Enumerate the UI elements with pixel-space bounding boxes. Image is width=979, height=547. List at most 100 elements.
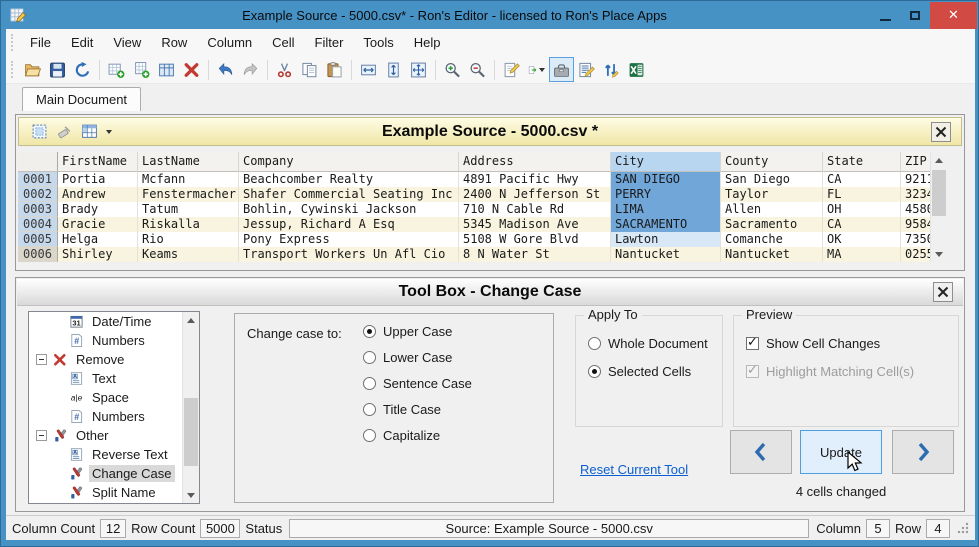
grid-cell[interactable]: Beachcomber Realty bbox=[239, 172, 459, 187]
document-close-button[interactable] bbox=[931, 122, 951, 142]
column-header-firstname[interactable]: FirstName bbox=[58, 152, 138, 172]
grid-cell[interactable]: Portia bbox=[58, 172, 138, 187]
scroll-up-button[interactable] bbox=[183, 312, 199, 328]
menu-row[interactable]: Row bbox=[151, 31, 197, 54]
export-button[interactable] bbox=[524, 57, 549, 82]
radio-capitalize[interactable]: Capitalize bbox=[363, 428, 472, 443]
grid-cell[interactable]: 5345 Madison Ave bbox=[459, 217, 611, 232]
grid-cell[interactable]: 2400 N Jefferson St bbox=[459, 187, 611, 202]
maximize-button[interactable] bbox=[900, 2, 930, 29]
next-tool-button[interactable] bbox=[892, 430, 954, 474]
copy-button[interactable] bbox=[297, 57, 322, 82]
row-number[interactable]: 0004 bbox=[18, 217, 58, 232]
previous-tool-button[interactable] bbox=[730, 430, 792, 474]
tree-item-text[interactable]: AText bbox=[29, 369, 199, 388]
grid-cell[interactable]: LIMA bbox=[611, 202, 721, 217]
menu-cell[interactable]: Cell bbox=[262, 31, 304, 54]
grid-cell[interactable]: 4891 Pacific Hwy bbox=[459, 172, 611, 187]
menu-filter[interactable]: Filter bbox=[305, 31, 354, 54]
scroll-down-button[interactable] bbox=[183, 487, 199, 503]
grid-cell[interactable]: Lawton bbox=[611, 232, 721, 247]
grid-cell[interactable]: Rio bbox=[138, 232, 239, 247]
menu-file[interactable]: File bbox=[20, 31, 61, 54]
tree-item-split-name[interactable]: Split Name bbox=[29, 483, 199, 502]
grid-cell[interactable]: 710 N Cable Rd bbox=[459, 202, 611, 217]
grid-cell[interactable]: Helga bbox=[58, 232, 138, 247]
paste-button[interactable] bbox=[322, 57, 347, 82]
grid-cell[interactable]: Tatum bbox=[138, 202, 239, 217]
radio-title-case[interactable]: Title Case bbox=[363, 402, 472, 417]
fit-columns-button[interactable] bbox=[356, 57, 381, 82]
grid-cell[interactable]: Nantucket bbox=[721, 247, 823, 262]
radio-indicator[interactable] bbox=[588, 365, 601, 378]
column-header-state[interactable]: State bbox=[823, 152, 901, 172]
resize-grip[interactable] bbox=[957, 522, 969, 534]
tree-item-numbers[interactable]: #Numbers bbox=[29, 331, 199, 350]
grid-cell[interactable]: Jessup, Richard A Esq bbox=[239, 217, 459, 232]
scroll-down-button[interactable] bbox=[931, 246, 947, 262]
scroll-up-button[interactable] bbox=[931, 152, 947, 168]
grid-cell[interactable]: Sacramento bbox=[721, 217, 823, 232]
row-number[interactable]: 0003 bbox=[18, 202, 58, 217]
close-button[interactable]: ✕ bbox=[930, 2, 977, 29]
table-properties-button[interactable] bbox=[154, 57, 179, 82]
insert-column-button[interactable] bbox=[129, 57, 154, 82]
radio-upper-case[interactable]: Upper Case bbox=[363, 324, 472, 339]
radio-indicator[interactable] bbox=[363, 325, 376, 338]
radio-indicator[interactable] bbox=[588, 337, 601, 350]
grid-cell[interactable]: OK bbox=[823, 232, 901, 247]
grid-cell[interactable]: 5108 W Gore Blvd bbox=[459, 232, 611, 247]
zoom-out-button[interactable] bbox=[465, 57, 490, 82]
checkbox-indicator[interactable] bbox=[746, 337, 759, 350]
delete-rows-button[interactable] bbox=[179, 57, 204, 82]
column-header-lastname[interactable]: LastName bbox=[138, 152, 239, 172]
grid-cell[interactable]: Allen bbox=[721, 202, 823, 217]
zoom-in-button[interactable] bbox=[440, 57, 465, 82]
toolbox-close-button[interactable] bbox=[933, 282, 953, 302]
excel-export-button[interactable] bbox=[624, 57, 649, 82]
grid-cell[interactable]: SACRAMENTO bbox=[611, 217, 721, 232]
grid-cell[interactable]: 8 N Water St bbox=[459, 247, 611, 262]
titlebar[interactable]: Example Source - 5000.csv* - Ron's Edito… bbox=[2, 2, 977, 29]
radio-whole-document[interactable]: Whole Document bbox=[588, 336, 708, 351]
grid-cell[interactable]: Fenstermacher bbox=[138, 187, 239, 202]
fit-rows-button[interactable] bbox=[381, 57, 406, 82]
collapse-icon[interactable] bbox=[36, 430, 47, 441]
grid-vertical-scrollbar[interactable] bbox=[930, 152, 947, 262]
grid-cell[interactable]: Brady bbox=[58, 202, 138, 217]
save-file-button[interactable] bbox=[45, 57, 70, 82]
column-header-city[interactable]: City bbox=[611, 152, 721, 172]
cut-button[interactable] bbox=[272, 57, 297, 82]
grid-cell[interactable]: CA bbox=[823, 217, 901, 232]
radio-sentence-case[interactable]: Sentence Case bbox=[363, 376, 472, 391]
row-number[interactable]: 0006 bbox=[18, 247, 58, 262]
clear-formatting-button[interactable] bbox=[54, 121, 75, 142]
column-header-county[interactable]: County bbox=[721, 152, 823, 172]
row-number-header[interactable] bbox=[18, 152, 58, 172]
row-number[interactable]: 0002 bbox=[18, 187, 58, 202]
fit-all-button[interactable] bbox=[406, 57, 431, 82]
radio-indicator[interactable] bbox=[363, 351, 376, 364]
table-view-button[interactable] bbox=[79, 121, 100, 142]
menu-column[interactable]: Column bbox=[197, 31, 262, 54]
sort-button[interactable] bbox=[599, 57, 624, 82]
grid-cell[interactable]: Comanche bbox=[721, 232, 823, 247]
tool-box-button[interactable] bbox=[549, 57, 574, 82]
column-header-address[interactable]: Address bbox=[459, 152, 611, 172]
tree-item-space[interactable]: a|eSpace bbox=[29, 388, 199, 407]
grid-cell[interactable]: OH bbox=[823, 202, 901, 217]
menu-help[interactable]: Help bbox=[404, 31, 451, 54]
tree-item-other[interactable]: Other bbox=[29, 426, 199, 445]
tree-item-numbers[interactable]: #Numbers bbox=[29, 407, 199, 426]
grid-cell[interactable]: Taylor bbox=[721, 187, 823, 202]
collapse-icon[interactable] bbox=[36, 354, 47, 365]
grid-cell[interactable]: Pony Express bbox=[239, 232, 459, 247]
grid-cell[interactable]: Riskalla bbox=[138, 217, 239, 232]
row-number[interactable]: 0005 bbox=[18, 232, 58, 247]
insert-row-button[interactable] bbox=[104, 57, 129, 82]
grid-cell[interactable]: FL bbox=[823, 187, 901, 202]
tree-item-reverse-text[interactable]: AReverse Text bbox=[29, 445, 199, 464]
tree-vertical-scrollbar[interactable] bbox=[182, 312, 199, 503]
grid-cell[interactable]: Keams bbox=[138, 247, 239, 262]
minimize-button[interactable] bbox=[870, 2, 900, 29]
